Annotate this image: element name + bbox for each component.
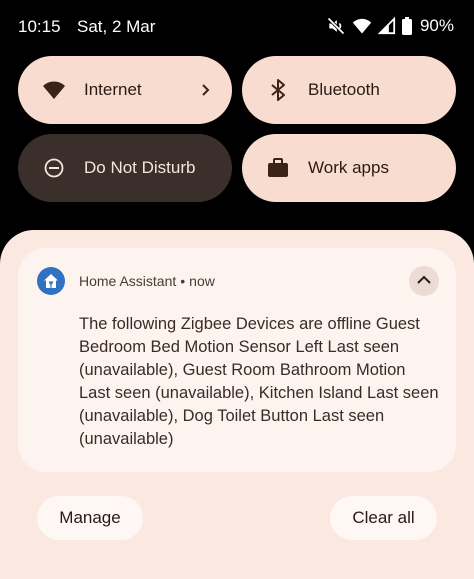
battery-percent: 90% xyxy=(419,16,454,35)
chevron-up-icon xyxy=(417,272,431,290)
tile-bluetooth[interactable]: Bluetooth xyxy=(242,56,456,124)
tile-do-not-disturb-label: Do Not Disturb xyxy=(84,158,196,177)
battery-icon xyxy=(401,17,412,35)
status-bar: 10:15 Sat, 2 Mar 90% xyxy=(0,0,474,54)
clear-all-button[interactable]: Clear all xyxy=(330,496,437,540)
notification-app-name: Home Assistant xyxy=(79,273,177,289)
status-time: 10:15 xyxy=(18,17,61,36)
signal-icon xyxy=(377,17,396,35)
header-separator: • xyxy=(180,273,186,289)
tile-work-apps-label: Work apps xyxy=(308,158,389,177)
collapse-button[interactable] xyxy=(409,266,439,296)
bluetooth-icon xyxy=(266,78,290,102)
wifi-icon xyxy=(42,78,66,102)
tile-internet[interactable]: Internet xyxy=(18,56,232,124)
manage-button[interactable]: Manage xyxy=(37,496,143,540)
mute-icon xyxy=(326,16,346,36)
notification-time: now xyxy=(189,273,215,289)
status-icons: 90% xyxy=(326,16,454,36)
status-date: Sat, 2 Mar xyxy=(77,17,156,36)
tile-internet-label: Internet xyxy=(84,80,142,99)
home-assistant-icon xyxy=(37,267,65,295)
do-not-disturb-icon xyxy=(42,156,66,180)
chevron-right-icon xyxy=(194,78,218,102)
wifi-icon xyxy=(352,17,372,35)
briefcase-icon xyxy=(266,156,290,180)
tile-work-apps[interactable]: Work apps xyxy=(242,134,456,202)
notification-body: The following Zigbee Devices are offline… xyxy=(79,315,439,448)
tile-bluetooth-label: Bluetooth xyxy=(308,80,380,99)
notification-header: Home Assistant • now xyxy=(79,273,215,289)
tile-do-not-disturb[interactable]: Do Not Disturb xyxy=(18,134,232,202)
notification-shade-screen: 10:15 Sat, 2 Mar 90% Internet Bluetooth … xyxy=(0,0,474,579)
